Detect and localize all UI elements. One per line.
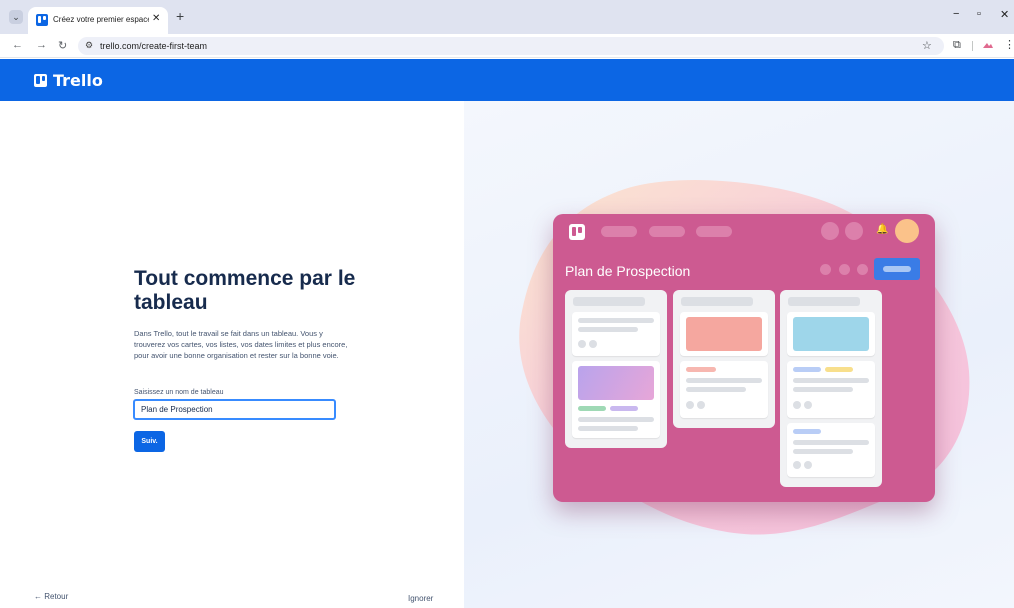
list-card	[787, 361, 875, 418]
browser-tab-bar: ⌄ Créez votre premier espace de travail …	[0, 0, 1014, 34]
trello-logo-icon	[34, 73, 47, 87]
reload-icon[interactable]: ↻	[58, 39, 67, 52]
restore-button[interactable]: ▫	[977, 8, 981, 20]
back-arrow-icon[interactable]: ←	[12, 39, 23, 51]
header-circle	[845, 222, 863, 240]
next-button[interactable]: Suiv.	[134, 431, 165, 452]
tab-close-icon[interactable]: ✕	[152, 13, 160, 24]
board-title: Plan de Prospection	[565, 263, 691, 279]
list-card	[680, 361, 768, 418]
list-card	[787, 423, 875, 477]
extensions-icon[interactable]: ⧉	[953, 39, 961, 52]
member-circle	[857, 264, 868, 275]
new-tab-button[interactable]: +	[176, 8, 184, 24]
bookmark-star-icon[interactable]: ☆	[922, 39, 932, 52]
avatar	[895, 219, 919, 243]
page-description: Dans Trello, tout le travail se fait dan…	[134, 329, 348, 360]
member-circle	[839, 264, 850, 275]
board-name-input[interactable]	[133, 399, 336, 420]
board-name-label: Saisissez un nom de tableau	[134, 389, 224, 396]
trello-favicon-icon	[36, 14, 48, 26]
browser-menu-icon[interactable]: ⋮	[1004, 38, 1014, 51]
forward-arrow-icon[interactable]: →	[36, 39, 47, 51]
skip-link[interactable]: Ignorer	[408, 594, 433, 603]
browser-tab[interactable]: Créez votre premier espace de travail ✕	[28, 7, 168, 34]
trello-header: Trello	[0, 59, 1014, 101]
board-illustration: 🔔 Plan de Prospection	[553, 214, 935, 502]
list-column	[780, 290, 882, 487]
list-card	[787, 312, 875, 356]
url-text: trello.com/create-first-team	[100, 41, 208, 51]
form-panel: Tout commence par le tableau Dans Trello…	[0, 101, 464, 608]
nav-placeholder	[601, 226, 637, 237]
header-circle	[821, 222, 839, 240]
site-info-icon[interactable]: ⚙	[85, 40, 93, 51]
member-circle	[820, 264, 831, 275]
toolbar-divider	[972, 41, 973, 51]
list-column	[565, 290, 667, 448]
illustration-panel: 🔔 Plan de Prospection	[464, 101, 1014, 608]
list-column	[673, 290, 775, 428]
logo-text: Trello	[53, 70, 103, 90]
window-close-button[interactable]: ✕	[1000, 8, 1009, 21]
profile-icon[interactable]	[982, 41, 994, 49]
tab-search-button[interactable]: ⌄	[9, 10, 23, 24]
list-card	[572, 361, 660, 438]
tab-title: Créez votre premier espace de travail	[53, 15, 149, 24]
address-bar[interactable]: ⚙ trello.com/create-first-team	[78, 37, 944, 55]
minimize-button[interactable]: −	[953, 8, 959, 20]
share-button	[874, 258, 920, 280]
list-card	[680, 312, 768, 356]
bell-icon: 🔔	[876, 224, 889, 235]
nav-placeholder	[649, 226, 685, 237]
nav-placeholder	[696, 226, 732, 237]
trello-logo[interactable]: Trello	[34, 70, 103, 90]
list-card	[572, 312, 660, 356]
back-link[interactable]: ← Retour	[34, 592, 68, 601]
board-trello-icon	[569, 224, 585, 240]
browser-toolbar: ← → ↻ ⚙ trello.com/create-first-team ☆ ⧉…	[0, 34, 1014, 58]
page-title: Tout commence par le tableau	[134, 267, 356, 314]
